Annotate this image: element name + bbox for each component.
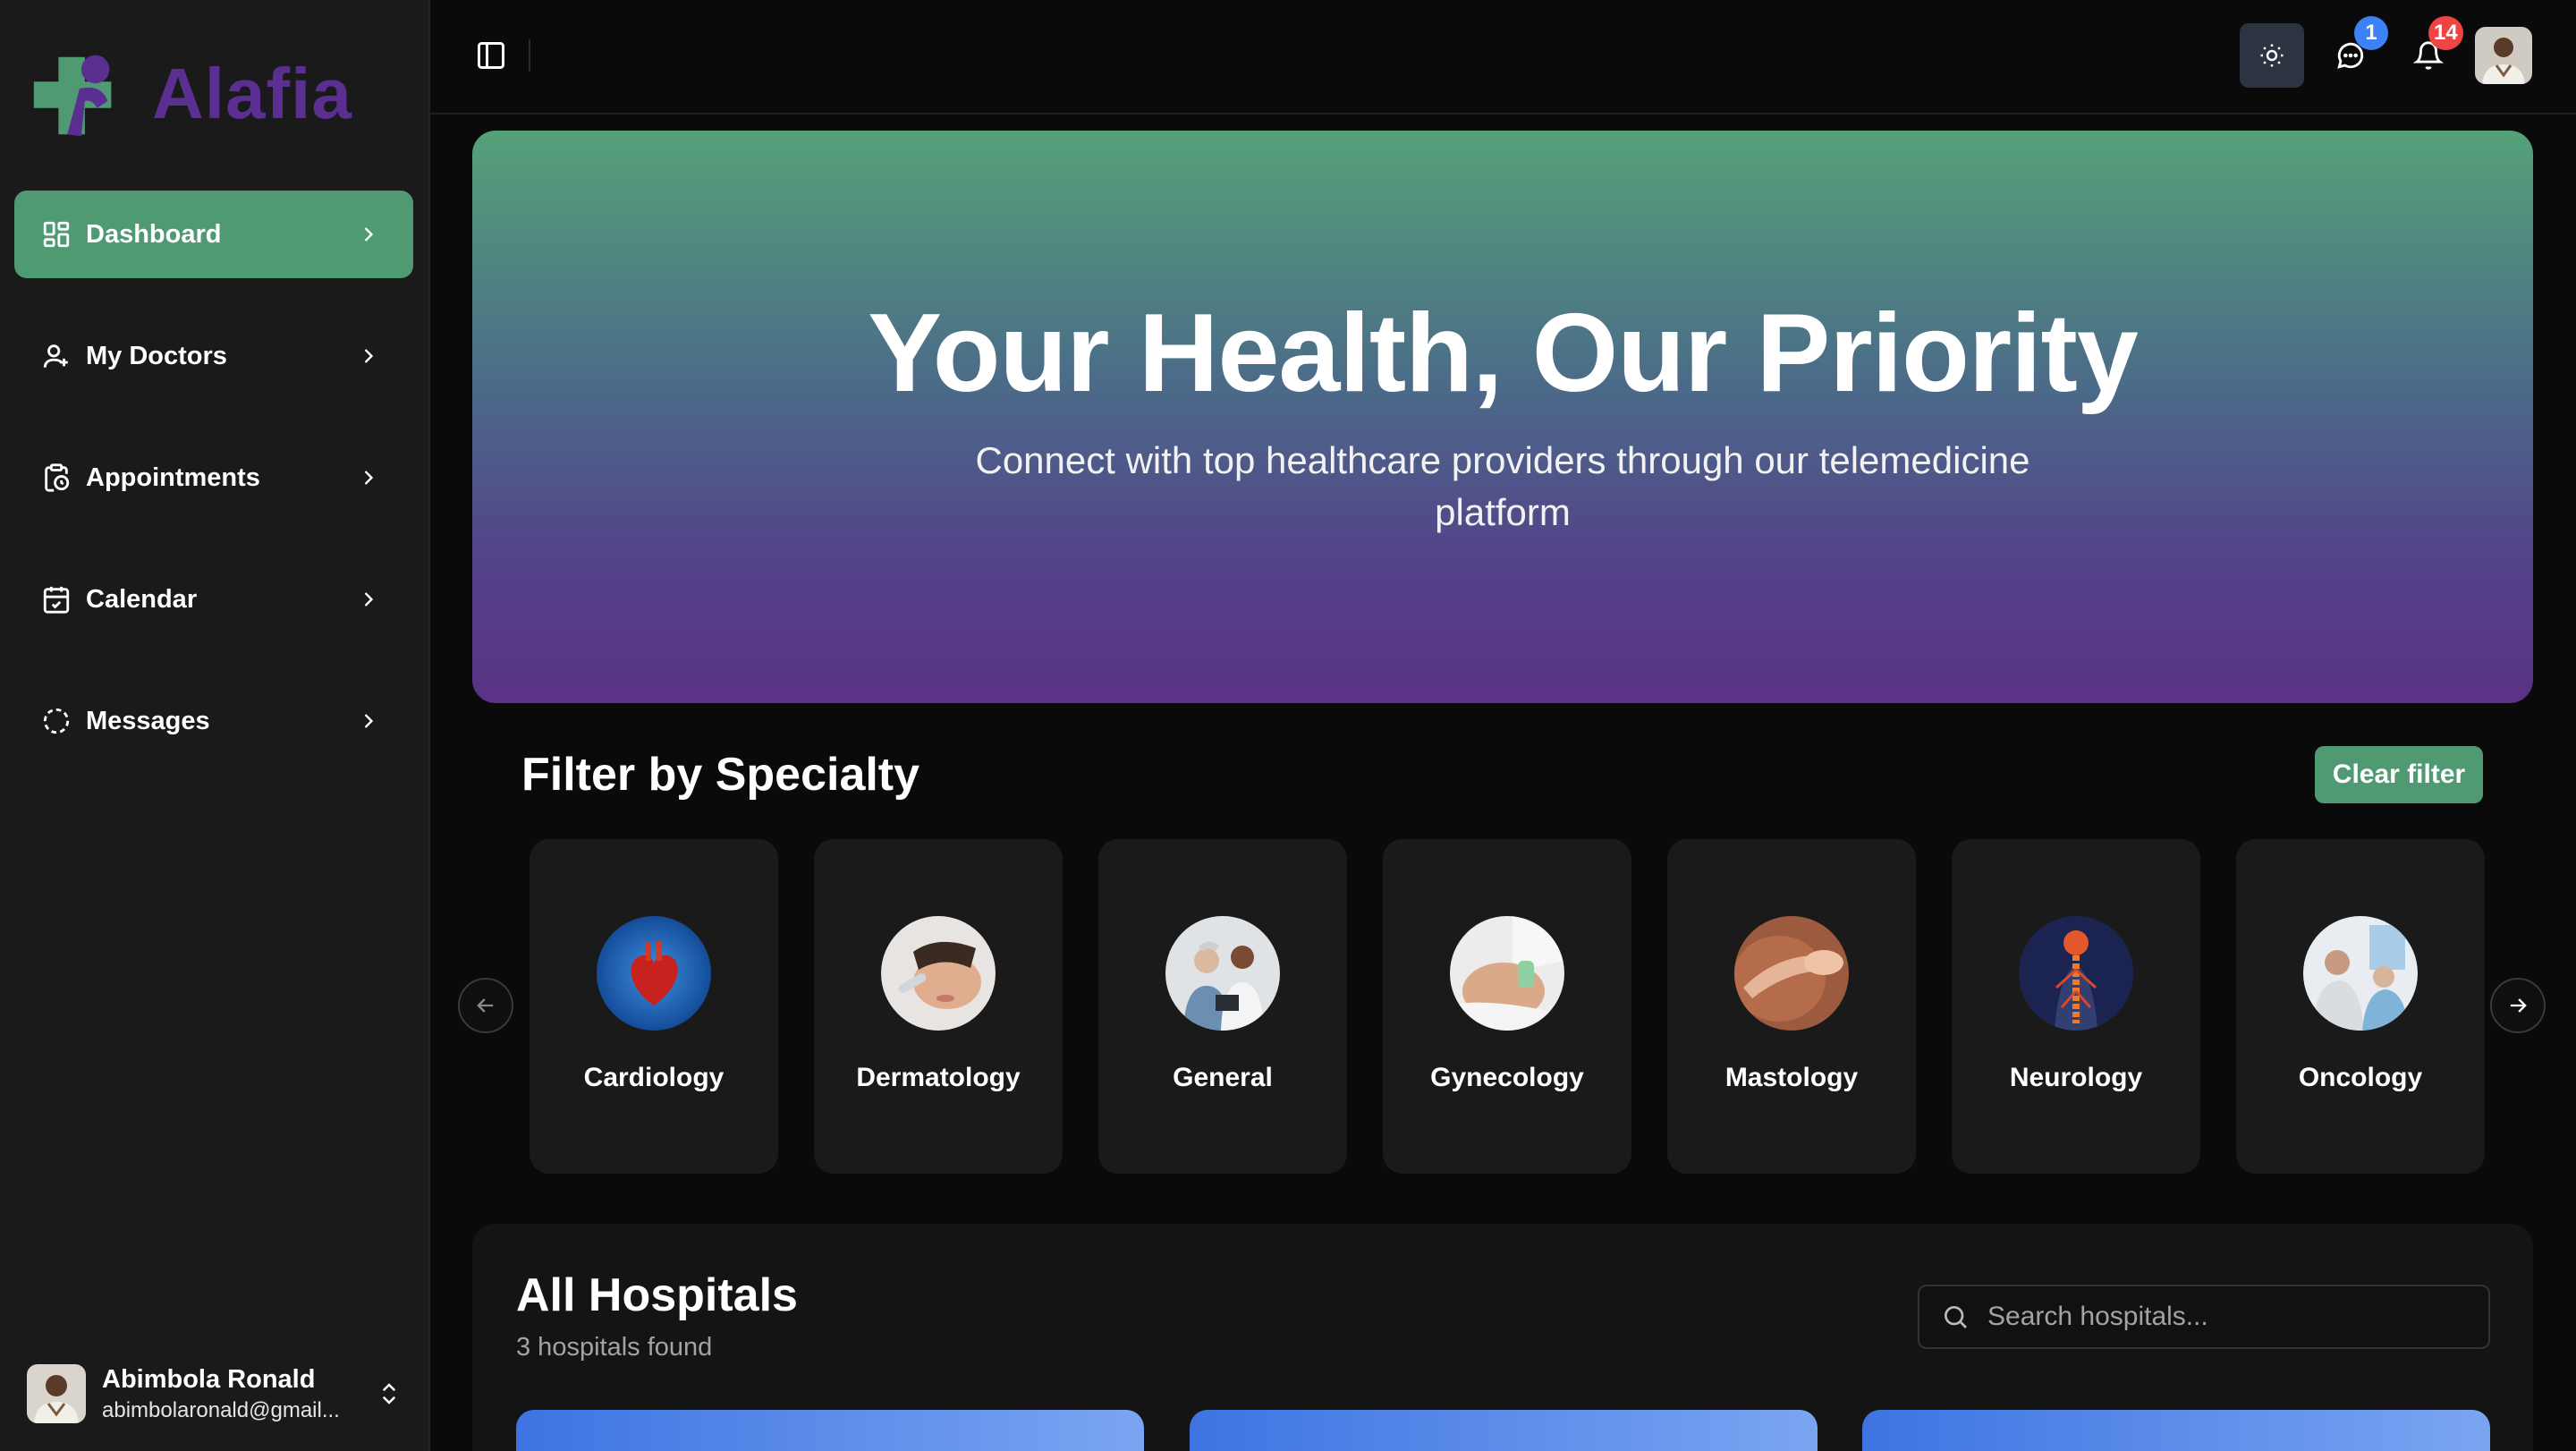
specialty-label: Cardiology [583, 1063, 724, 1092]
specialty-label: Mastology [1724, 1063, 1859, 1092]
sidebar-item-calendar[interactable]: Calendar [14, 556, 413, 643]
specialty-image [2019, 916, 2133, 1031]
clipboard-clock-icon [45, 463, 70, 492]
messages-button[interactable]: 1 [2318, 16, 2388, 88]
specialty-carousel: Cardiology Dermatology General Gynecolog… [530, 839, 2521, 1174]
carousel-prev-button[interactable] [458, 978, 513, 1033]
logo[interactable]: Alafia [25, 41, 352, 147]
user-plus-icon [43, 344, 68, 368]
sidebar: Alafia Dashboard My Doctors Appointments… [0, 0, 430, 1451]
filter-title: Filter by Specialty [521, 749, 920, 801]
user-name: Abimbola Ronald [102, 1364, 316, 1394]
calendar-check-icon [43, 586, 70, 614]
sun-icon [2260, 44, 2284, 67]
top-bar: 1 14 [430, 0, 2576, 115]
chevron-right-icon [364, 714, 374, 728]
dashboard-icon [43, 221, 70, 248]
specialty-label: Dermatology [856, 1063, 1021, 1092]
hospitals-title: All Hospitals [516, 1269, 798, 1321]
specialty-image [1734, 916, 1849, 1031]
specialty-label: General [1173, 1063, 1273, 1092]
specialty-card-cardiology[interactable]: Cardiology [530, 839, 778, 1174]
profile-avatar-image [2475, 27, 2532, 84]
sidebar-item-my-doctors[interactable]: My Doctors [14, 312, 413, 400]
specialty-image [1450, 916, 1564, 1031]
sidebar-item-dashboard[interactable]: Dashboard [14, 191, 413, 278]
specialty-card-neurology[interactable]: Neurology [1952, 839, 2200, 1174]
specialty-card-dermatology[interactable]: Dermatology [814, 839, 1063, 1174]
sidebar-item-label: Appointments [86, 462, 260, 492]
dashed-circle-icon [43, 708, 70, 734]
sidebar-item-messages[interactable]: Messages [14, 677, 413, 765]
clear-filter-button[interactable]: Clear filter [2315, 746, 2483, 803]
search-icon [1945, 1306, 1967, 1328]
messages-badge: 1 [2354, 16, 2388, 50]
oncology-image [2303, 916, 2418, 1031]
gynecology-image [1450, 916, 1564, 1031]
hero-title: Your Health, Our Priority [868, 292, 2139, 415]
chevron-right-icon [364, 349, 374, 363]
arrow-left-icon [477, 998, 494, 1013]
specialty-card-mastology[interactable]: Mastology [1667, 839, 1916, 1174]
specialty-card-oncology[interactable]: Oncology [2236, 839, 2485, 1174]
sidebar-item-appointments[interactable]: Appointments [14, 434, 413, 522]
user-info: Abimbola Ronald abimbolaronald@gmail... [102, 1365, 376, 1423]
user-email: abimbolaronald@gmail... [102, 1397, 340, 1422]
sidebar-toggle-icon[interactable] [475, 39, 507, 72]
chevron-right-icon [364, 227, 374, 242]
notifications-button[interactable]: 14 [2396, 16, 2463, 88]
specialty-label: Neurology [2009, 1063, 2143, 1092]
hospital-card[interactable] [516, 1410, 1144, 1451]
mastology-image [1734, 916, 1849, 1031]
hero-banner: Your Health, Our Priority Connect with t… [472, 131, 2533, 703]
chevron-right-icon [364, 592, 374, 607]
specialty-image [2303, 916, 2418, 1031]
specialty-image [597, 916, 711, 1031]
specialty-image [1165, 916, 1280, 1031]
hero-subtitle: Connect with top healthcare providers th… [975, 439, 2030, 533]
avatar [27, 1364, 86, 1423]
specialty-card-general[interactable]: General [1098, 839, 1347, 1174]
sidebar-nav: Dashboard My Doctors Appointments Calend… [14, 191, 413, 799]
notifications-badge: 14 [2428, 16, 2463, 50]
app-name: Alafia [152, 54, 352, 133]
sidebar-item-label: Dashboard [86, 219, 222, 249]
user-menu[interactable]: Abimbola Ronald abimbolaronald@gmail... [27, 1363, 402, 1424]
neurology-image [2019, 916, 2133, 1031]
chevron-right-icon [364, 471, 374, 485]
app-root: Alafia Dashboard My Doctors Appointments… [0, 0, 2576, 1451]
specialty-image [881, 916, 996, 1031]
sidebar-item-label: My Doctors [86, 341, 227, 370]
specialty-label: Oncology [2298, 1063, 2423, 1092]
search-hospitals-field[interactable] [1918, 1285, 2490, 1349]
hospital-card[interactable] [1190, 1410, 1818, 1451]
chevrons-up-down-icon[interactable] [376, 1380, 402, 1407]
specialty-label: Gynecology [1430, 1063, 1584, 1092]
topbar-divider [529, 39, 530, 72]
hospitals-section: All Hospitals 3 hospitals found [472, 1224, 2533, 1451]
theme-toggle-button[interactable] [2240, 23, 2304, 88]
sidebar-item-label: Messages [86, 706, 210, 735]
specialty-card-gynecology[interactable]: Gynecology [1383, 839, 1631, 1174]
search-input[interactable] [1987, 1302, 2470, 1332]
avatar[interactable] [2475, 27, 2532, 84]
user-avatar-image [27, 1364, 86, 1423]
dermatology-image [881, 916, 996, 1031]
heart-anatomy-image [597, 916, 711, 1031]
logo-cross-icon [33, 55, 112, 137]
hospitals-count: 3 hospitals found [516, 1333, 713, 1362]
hospital-card[interactable] [1862, 1410, 2490, 1451]
general-practice-image [1165, 916, 1280, 1031]
sidebar-item-label: Calendar [86, 584, 198, 614]
